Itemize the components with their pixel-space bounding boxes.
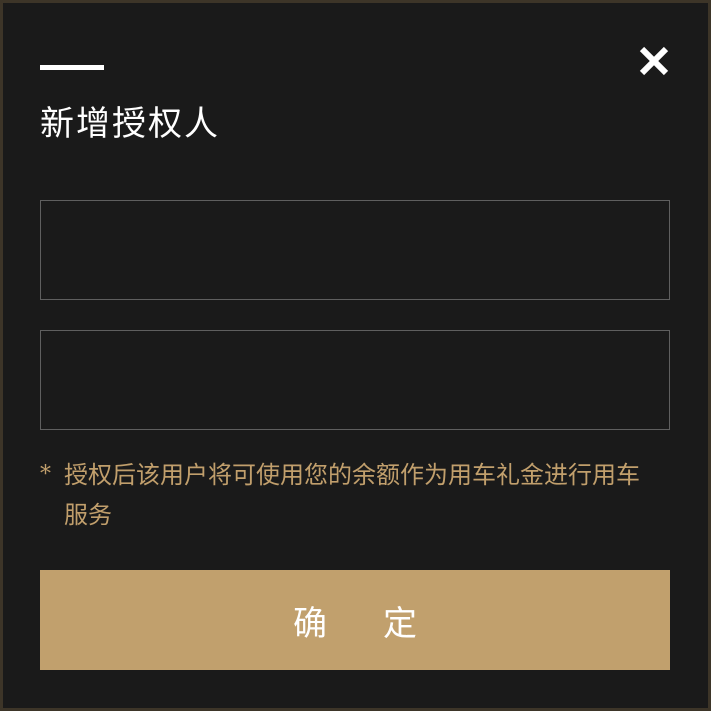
authorization-note: * 授权后该用户将可使用您的余额作为用车礼金进行用车服务 [40,455,640,535]
note-text: 授权后该用户将可使用您的余额作为用车礼金进行用车服务 [64,461,640,529]
confirm-button[interactable]: 确定 [40,570,670,670]
close-icon [639,46,669,76]
title-accent-bar [40,65,104,70]
dialog-title: 新增授权人 [40,104,220,144]
authorized-user-field-2[interactable] [40,330,670,430]
add-authorized-user-dialog: 新增授权人 * 授权后该用户将可使用您的余额作为用车礼金进行用车服务 确定 [0,0,711,711]
close-button[interactable] [636,43,672,79]
authorized-user-field-1[interactable] [40,200,670,300]
note-asterisk: * [40,462,51,487]
